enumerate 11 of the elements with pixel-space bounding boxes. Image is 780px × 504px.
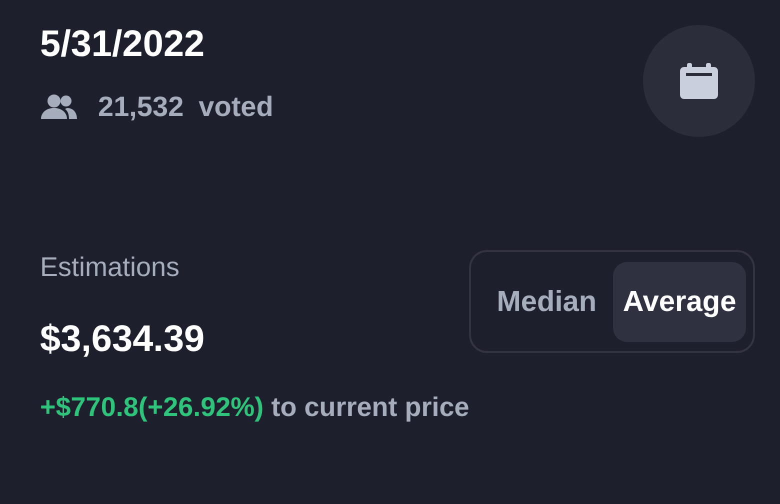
vote-count: 21,532 bbox=[98, 91, 184, 123]
date-label: 5/31/2022 bbox=[40, 22, 206, 66]
estimated-price: $3,634.39 bbox=[40, 317, 206, 361]
mode-tab[interactable]: Average bbox=[613, 262, 746, 342]
users-icon bbox=[40, 94, 78, 120]
estimations-label: Estimations bbox=[40, 251, 181, 283]
price-change: +$770.8(+26.92%) bbox=[40, 392, 264, 422]
change-caption: to current price bbox=[271, 392, 470, 422]
mode-tab[interactable]: Median bbox=[480, 262, 614, 342]
voted-label: voted bbox=[198, 91, 274, 123]
calendar-icon bbox=[680, 63, 718, 99]
